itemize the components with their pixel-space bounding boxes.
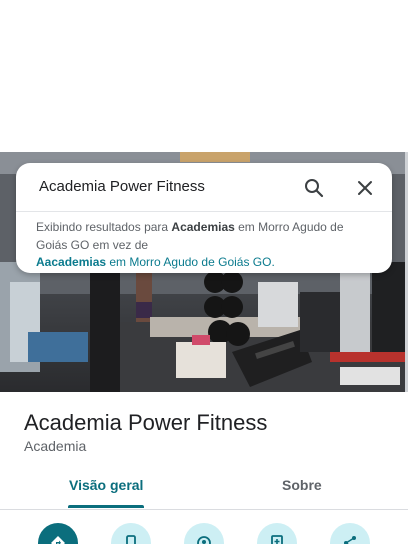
suggestion-term: Academias <box>171 220 235 234</box>
search-card: Academia Power Fitness Exibindo resultad… <box>16 163 392 273</box>
directions-button[interactable] <box>38 523 78 544</box>
active-tab-indicator <box>68 505 144 508</box>
location-icon <box>196 523 212 544</box>
place-category[interactable]: Academia <box>24 438 86 454</box>
search-input[interactable]: Academia Power Fitness <box>39 178 205 195</box>
original-suffix[interactable]: em Morro Agudo de Goiás GO. <box>106 255 274 269</box>
save-icon <box>270 523 284 544</box>
search-bar[interactable]: Academia Power Fitness <box>16 163 392 212</box>
search-instead-link[interactable]: Aacademias em Morro Agudo de Goiás GO. <box>36 255 275 269</box>
nearby-button[interactable] <box>184 523 224 544</box>
close-icon[interactable] <box>352 175 378 201</box>
tab-overview[interactable]: Visão geral <box>69 477 143 493</box>
phone-icon <box>124 523 138 544</box>
search-icon[interactable] <box>301 175 327 201</box>
share-icon <box>342 523 358 544</box>
tab-about[interactable]: Sobre <box>282 477 322 493</box>
save-button[interactable] <box>257 523 297 544</box>
place-name: Academia Power Fitness <box>24 410 268 435</box>
tab-bar: Visão geral Sobre <box>0 465 408 510</box>
share-button[interactable] <box>330 523 370 544</box>
suggestion-prefix: Exibindo resultados para <box>36 220 172 234</box>
original-term[interactable]: Aacademias <box>36 255 106 269</box>
action-buttons <box>0 520 408 544</box>
directions-icon <box>50 523 66 544</box>
spelling-suggestion: Exibindo resultados para Academias em Mo… <box>36 219 376 272</box>
call-button[interactable] <box>111 523 151 544</box>
